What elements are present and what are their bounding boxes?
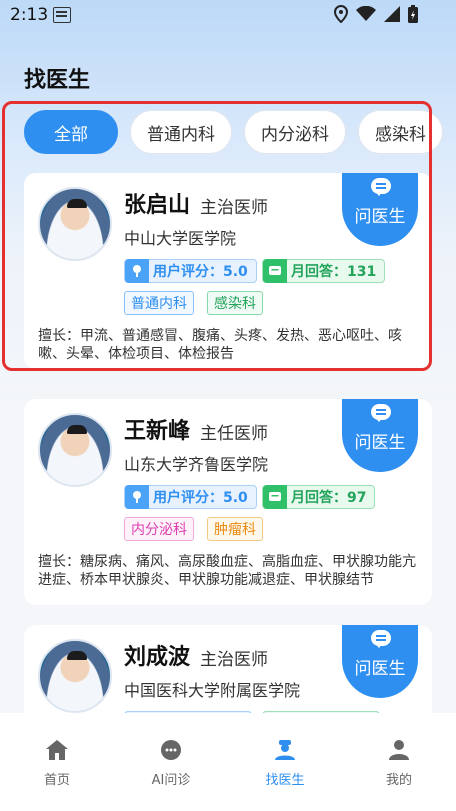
filter-chip-all[interactable]: 全部 — [24, 110, 118, 154]
doctor-card[interactable]: 张启山 主治医师 中山大学医学院 用户评分：5.0 月回答：131 普通内科 感… — [24, 173, 432, 369]
flower-icon — [125, 259, 149, 283]
battery-icon — [408, 5, 418, 23]
message-icon — [263, 259, 287, 283]
location-icon — [334, 5, 348, 23]
doctor-specialty: 擅长：糖尿病、痛风、高尿酸血症、高脂血症、甲状腺功能亢进症、桥本甲状腺炎、甲状腺… — [38, 554, 416, 588]
ask-doctor-button[interactable]: 问医生 — [342, 173, 418, 246]
doctor-rank: 主任医师 — [200, 424, 268, 444]
rating-badge: 用户评分：5.0 — [124, 259, 257, 283]
ai-chat-icon — [161, 740, 181, 760]
doctor-card[interactable]: 王新峰 主任医师 山东大学齐鲁医学院 用户评分：5.0 月回答：97 内分泌科 … — [24, 399, 432, 605]
reply-label: 月回答：131 — [291, 264, 377, 280]
flower-icon — [125, 485, 149, 509]
nav-item-find-doctor[interactable]: 找医生 — [228, 713, 342, 811]
ask-doctor-button[interactable]: 问医生 — [342, 399, 418, 472]
doctor-avatar — [38, 639, 112, 713]
doctor-name: 张启山 — [124, 193, 191, 218]
doctor-rank: 主治医师 — [200, 650, 268, 670]
nav-item-ai-consult[interactable]: AI问诊 — [114, 713, 228, 811]
reply-badge: 月回答：97 — [262, 485, 376, 509]
home-icon — [46, 740, 68, 760]
department-tag: 内分泌科 — [124, 517, 194, 541]
reply-label: 月回答：97 — [291, 490, 367, 506]
nav-item-profile[interactable]: 我的 — [342, 713, 456, 811]
rating-label: 用户评分：5.0 — [153, 264, 248, 280]
doctor-icon — [275, 740, 295, 760]
filter-chips: 全部 普通内科 内分泌科 感染科 — [24, 110, 444, 154]
doctor-specialty: 擅长：甲流、普通感冒、腹痛、头疼、发热、恶心呕吐、咳嗽、头晕、体检项目、体检报告 — [38, 328, 402, 362]
chat-bubble-icon — [371, 178, 391, 196]
page-title: 找医生 — [24, 68, 91, 93]
doctor-avatar — [38, 413, 112, 487]
doctor-rank: 主治医师 — [200, 198, 268, 218]
status-time: 2:13 — [10, 5, 49, 25]
doctor-avatar — [38, 187, 112, 261]
ask-doctor-button[interactable]: 问医生 — [342, 625, 418, 698]
doctor-name: 王新峰 — [124, 419, 191, 444]
doctor-hospital: 中山大学医学院 — [124, 229, 237, 248]
doctor-hospital: 中国医科大学附属医学院 — [124, 681, 301, 700]
department-tag: 肿瘤科 — [207, 517, 263, 541]
message-icon — [263, 485, 287, 509]
notification-app-icon — [53, 7, 71, 23]
filter-chip-general-internal[interactable]: 普通内科 — [130, 110, 232, 154]
nav-item-home[interactable]: 首页 — [0, 713, 114, 811]
department-tag: 感染科 — [207, 291, 263, 315]
rating-label: 用户评分：5.0 — [153, 490, 248, 506]
chat-bubble-icon — [371, 404, 391, 422]
department-tag: 普通内科 — [124, 291, 194, 315]
rating-badge: 用户评分：5.0 — [124, 485, 257, 509]
signal-icon — [384, 6, 400, 22]
doctor-name: 刘成波 — [124, 645, 191, 670]
chat-bubble-icon — [371, 630, 391, 648]
status-icons — [334, 5, 418, 23]
status-bar: 2:13 — [0, 0, 456, 30]
doctor-hospital: 山东大学齐鲁医学院 — [124, 455, 269, 474]
doctor-card[interactable]: 刘成波 主治医师 中国医科大学附属医学院 问医生 — [24, 625, 432, 725]
reply-badge: 月回答：131 — [262, 259, 386, 283]
filter-chip-infectious[interactable]: 感染科 — [358, 110, 443, 154]
bottom-nav: 首页 AI问诊 找医生 我的 — [0, 713, 456, 811]
profile-icon — [389, 740, 409, 760]
filter-chip-endocrinology[interactable]: 内分泌科 — [244, 110, 346, 154]
wifi-icon — [356, 6, 376, 21]
